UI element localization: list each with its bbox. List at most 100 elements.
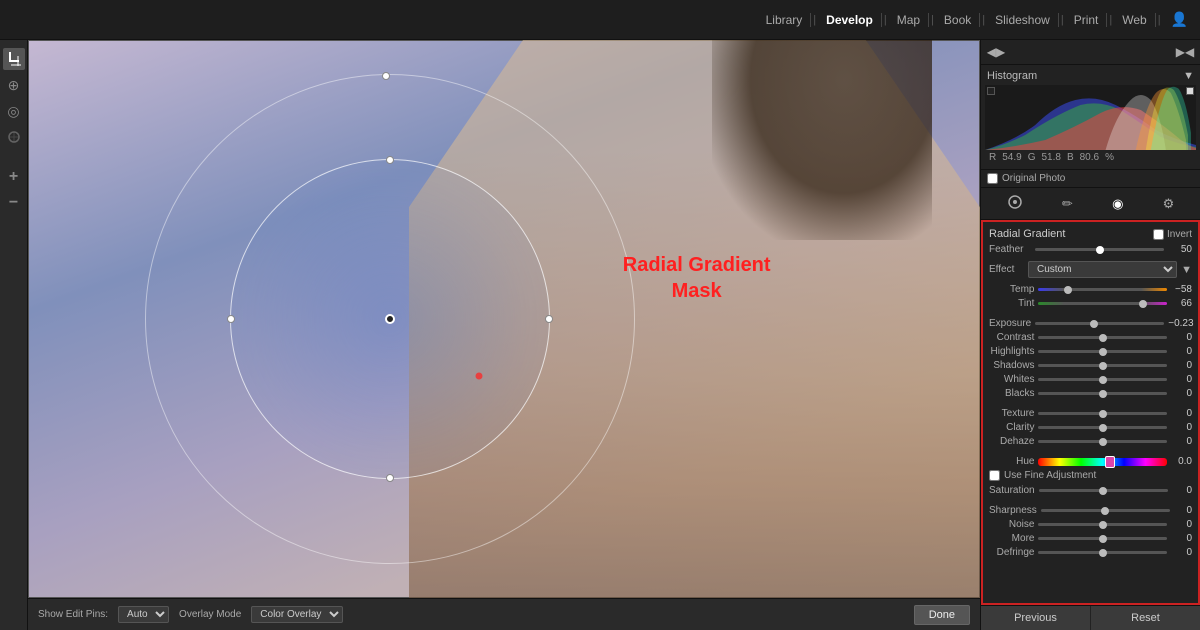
- histogram-info: R 54.9 G 51.8 B 80.6 %: [985, 150, 1196, 165]
- nav-library[interactable]: Library: [758, 13, 812, 27]
- reset-button[interactable]: Reset: [1091, 606, 1200, 630]
- blacks-slider[interactable]: [1038, 392, 1167, 395]
- tint-slider[interactable]: [1038, 302, 1167, 305]
- highlights-value: 0: [1171, 346, 1192, 357]
- main-area: ⊕ ◎ + −: [0, 40, 1200, 630]
- mask-tool[interactable]: [3, 126, 25, 148]
- whites-slider[interactable]: [1038, 378, 1167, 381]
- adj-title: Radial Gradient: [989, 228, 1065, 240]
- outer-top-point[interactable]: [382, 72, 390, 80]
- texture-slider[interactable]: [1038, 412, 1167, 415]
- whites-slider-row: Whites 0: [989, 374, 1192, 385]
- invert-label: Invert: [1167, 229, 1192, 240]
- noise-slider[interactable]: [1038, 523, 1167, 526]
- overlay-mode-label: Overlay Mode: [179, 609, 241, 620]
- dehaze-slider[interactable]: [1038, 440, 1167, 443]
- blacks-slider-row: Blacks 0: [989, 388, 1192, 399]
- fine-adjustment-checkbox[interactable]: [989, 470, 1000, 481]
- histogram-title: Histogram: [987, 70, 1037, 82]
- sharpness-value: 0: [1174, 505, 1192, 516]
- highlights-slider-row: Highlights 0: [989, 346, 1192, 357]
- defringe-slider[interactable]: [1038, 551, 1167, 554]
- settings-icon[interactable]: ⚙: [1159, 194, 1179, 214]
- panel-collapse-icon[interactable]: ▶◀: [1176, 43, 1194, 61]
- done-button[interactable]: Done: [914, 605, 970, 625]
- hue-slider[interactable]: [1038, 458, 1167, 466]
- b-value: 80.6: [1080, 152, 1099, 163]
- hue-slider-row: Hue 0.0: [989, 456, 1192, 467]
- invert-checkbox[interactable]: [1153, 229, 1164, 240]
- sharpness-slider[interactable]: [1041, 509, 1170, 512]
- redeye-tool[interactable]: ◎: [3, 100, 25, 122]
- exposure-slider[interactable]: [1035, 322, 1164, 325]
- overlay-mode-select[interactable]: Color Overlay: [251, 606, 343, 623]
- noise-value: 0: [1171, 519, 1192, 530]
- temp-value: −58: [1171, 284, 1192, 295]
- eye-icon[interactable]: ◉: [1108, 194, 1127, 214]
- show-edit-pins-select[interactable]: Auto: [118, 606, 169, 623]
- temp-slider[interactable]: [1038, 288, 1167, 291]
- nav-print[interactable]: Print: [1066, 13, 1108, 27]
- exposure-value: −0.23: [1168, 318, 1193, 329]
- effect-select[interactable]: Custom: [1028, 261, 1177, 278]
- healing-tool[interactable]: ⊕: [3, 74, 25, 96]
- right-panel: ◀▶ ▶◀ Histogram ▼: [980, 40, 1200, 630]
- g-label: G: [1028, 152, 1036, 163]
- more-value: 0: [1171, 533, 1192, 544]
- feather-label: Feather: [989, 244, 1031, 255]
- nav-web[interactable]: Web: [1114, 13, 1155, 27]
- sharpness-slider-row: Sharpness 0: [989, 505, 1192, 516]
- white-clip-indicator: [1186, 87, 1194, 95]
- original-photo-label: Original Photo: [1002, 173, 1065, 184]
- show-edit-pins-label: Show Edit Pins:: [38, 609, 108, 620]
- original-photo-checkbox[interactable]: [987, 173, 998, 184]
- texture-value: 0: [1171, 408, 1192, 419]
- histogram-canvas: [985, 85, 1196, 150]
- histogram-section: Histogram ▼: [981, 65, 1200, 170]
- fine-adjustment-label: Use Fine Adjustment: [1004, 470, 1096, 481]
- lasso-icon[interactable]: [1003, 192, 1027, 215]
- user-icon[interactable]: 👤: [1171, 11, 1188, 28]
- brush-icon[interactable]: ✏: [1058, 194, 1077, 214]
- photo-container[interactable]: Radial Gradient Mask: [28, 40, 980, 598]
- invert-row: Invert: [1153, 229, 1192, 240]
- g-value: 51.8: [1041, 152, 1060, 163]
- effect-label: Effect: [989, 264, 1024, 275]
- panel-bottom-buttons: Previous Reset: [981, 605, 1200, 630]
- bottom-bar: Show Edit Pins: Auto Overlay Mode Color …: [28, 598, 980, 630]
- panel-expand-icon[interactable]: ◀▶: [987, 43, 1005, 61]
- highlights-slider[interactable]: [1038, 350, 1167, 353]
- shadows-slider[interactable]: [1038, 364, 1167, 367]
- nav-map[interactable]: Map: [889, 13, 929, 27]
- saturation-label: Saturation: [989, 485, 1035, 496]
- histogram-expand-icon[interactable]: ▼: [1183, 70, 1194, 82]
- effect-dropdown-icon[interactable]: ▼: [1181, 264, 1192, 276]
- clarity-value: 0: [1171, 422, 1192, 433]
- hue-label: Hue: [989, 456, 1034, 467]
- nav-develop[interactable]: Develop: [818, 13, 882, 27]
- tint-slider-row: Tint 66: [989, 298, 1192, 309]
- saturation-slider[interactable]: [1039, 489, 1168, 492]
- clarity-slider[interactable]: [1038, 426, 1167, 429]
- feather-slider[interactable]: [1035, 248, 1164, 251]
- plus-zoom[interactable]: +: [3, 166, 25, 188]
- more-slider[interactable]: [1038, 537, 1167, 540]
- tint-label: Tint: [989, 298, 1034, 309]
- contrast-slider[interactable]: [1038, 336, 1167, 339]
- blacks-label: Blacks: [989, 388, 1034, 399]
- highlights-label: Highlights: [989, 346, 1034, 357]
- tool-icons-row: ✏ ◉ ⚙: [981, 188, 1200, 220]
- minus-zoom[interactable]: −: [3, 192, 25, 214]
- nav-book[interactable]: Book: [936, 13, 980, 27]
- effect-row: Effect Custom ▼: [989, 261, 1192, 278]
- shadows-slider-row: Shadows 0: [989, 360, 1192, 371]
- shadows-label: Shadows: [989, 360, 1034, 371]
- saturation-slider-row: Saturation 0: [989, 485, 1192, 496]
- dehaze-value: 0: [1171, 436, 1192, 447]
- crop-tool[interactable]: [3, 48, 25, 70]
- top-right-icons: 👤: [1171, 11, 1188, 28]
- whites-label: Whites: [989, 374, 1034, 385]
- previous-button[interactable]: Previous: [981, 606, 1091, 630]
- nav-slideshow[interactable]: Slideshow: [987, 13, 1059, 27]
- defringe-slider-row: Defringe 0: [989, 547, 1192, 558]
